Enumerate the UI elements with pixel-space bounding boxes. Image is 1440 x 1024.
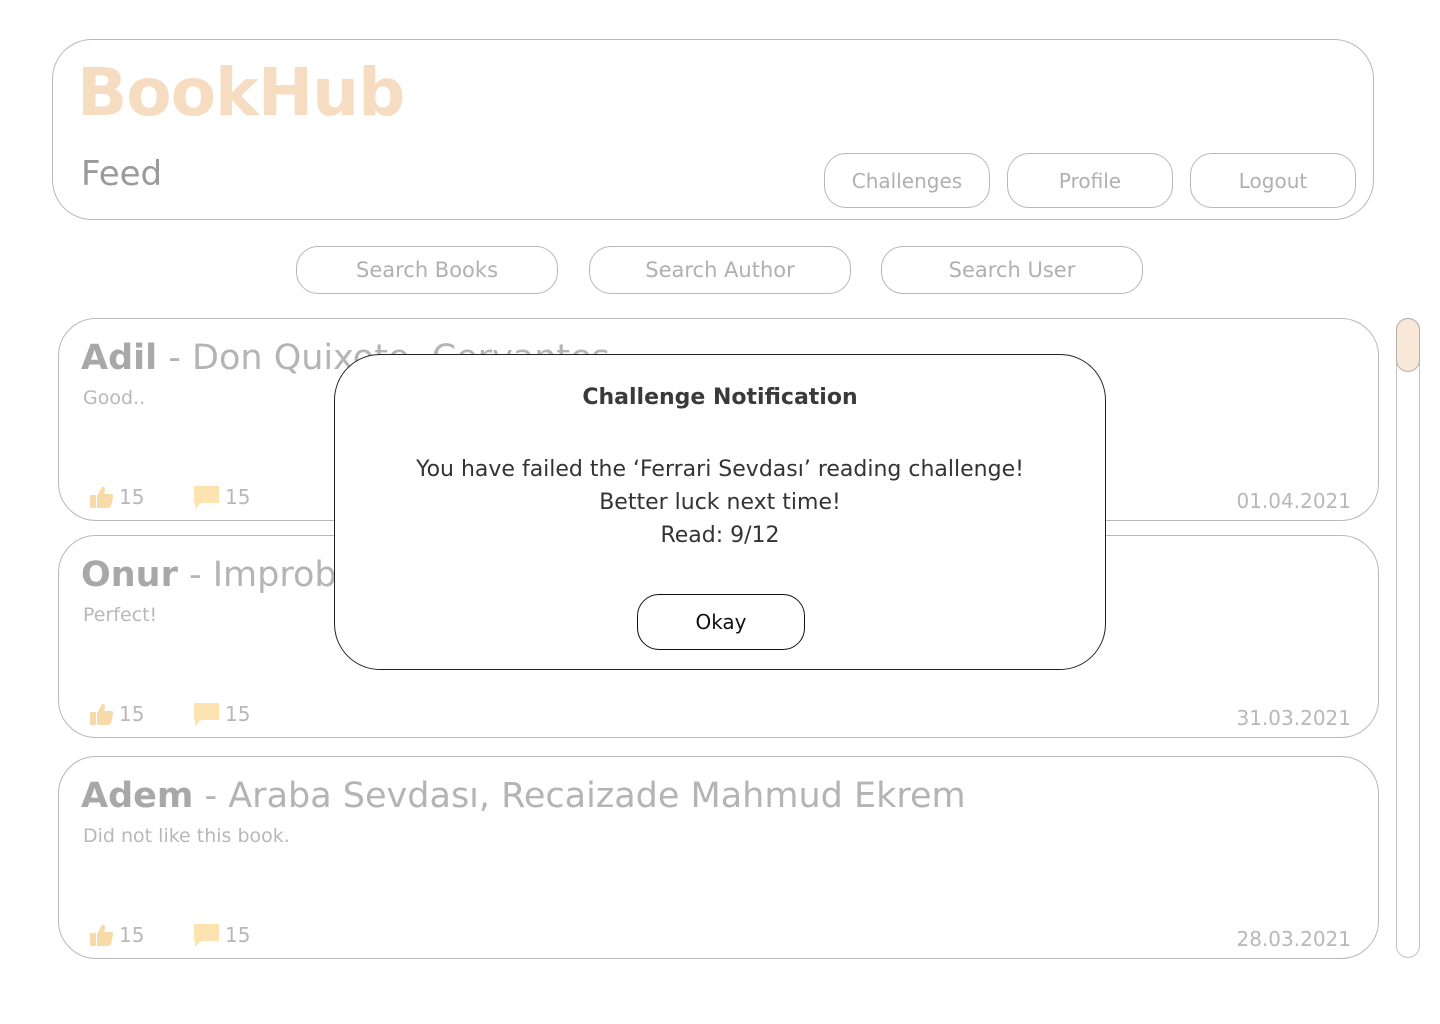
card-date: 01.04.2021 [1236,489,1351,513]
comment-icon [194,703,219,726]
comment-button[interactable]: 15 [193,922,250,948]
feed-card[interactable]: Adem - Araba Sevdası, Recaizade Mahmud E… [58,756,1379,959]
profile-button[interactable]: Profile [1007,153,1173,208]
feed-page: BookHub Feed Challenges Profile Logout S… [0,0,1440,1024]
dialog-message-line-2: Better luck next time! [599,490,841,515]
card-book[interactable]: - Araba Sevdası, Recaizade Mahmud Ekrem [193,776,965,816]
comment-count: 15 [225,702,251,726]
okay-button[interactable]: Okay [637,594,805,650]
header: BookHub Feed Challenges Profile Logout [52,39,1374,220]
like-count: 15 [119,923,145,947]
page-title: Feed [81,154,163,194]
scrollbar-thumb[interactable] [1396,318,1420,372]
like-count: 15 [119,702,145,726]
like-button[interactable]: 15 [89,484,144,510]
logo: BookHub [77,54,405,131]
search-books-button[interactable]: Search Books [296,246,558,294]
card-date: 28.03.2021 [1236,927,1351,951]
card-review: Good.. [83,387,146,409]
card-date: 31.03.2021 [1236,706,1351,730]
card-user[interactable]: Adil [81,338,157,378]
card-review: Perfect! [83,604,158,626]
search-author-button[interactable]: Search Author [589,246,851,294]
card-title[interactable]: Adem - Araba Sevdası, Recaizade Mahmud E… [81,777,966,816]
comment-icon [194,924,219,947]
search-user-button[interactable]: Search User [881,246,1143,294]
thumbs-up-icon [90,924,114,946]
like-button[interactable]: 15 [89,922,144,948]
like-button[interactable]: 15 [89,701,144,727]
card-review: Did not like this book. [83,825,290,847]
thumbs-up-icon [90,703,114,725]
card-user[interactable]: Adem [81,776,193,816]
comment-count: 15 [225,923,251,947]
comment-count: 15 [225,485,251,509]
logout-button[interactable]: Logout [1190,153,1356,208]
dialog-progress: Read: 9/12 [660,523,780,548]
comment-icon [194,486,219,509]
challenge-notification-dialog: Challenge Notification You have failed t… [334,354,1106,670]
dialog-message-line-1: You have failed the ‘Ferrari Sevdası’ re… [416,457,1024,482]
dialog-title: Challenge Notification [582,385,858,410]
thumbs-up-icon [90,486,114,508]
scrollbar-track[interactable] [1396,318,1420,958]
challenges-button[interactable]: Challenges [824,153,990,208]
comment-button[interactable]: 15 [193,484,250,510]
like-count: 15 [119,485,145,509]
comment-button[interactable]: 15 [193,701,250,727]
card-user[interactable]: Onur [81,555,178,595]
